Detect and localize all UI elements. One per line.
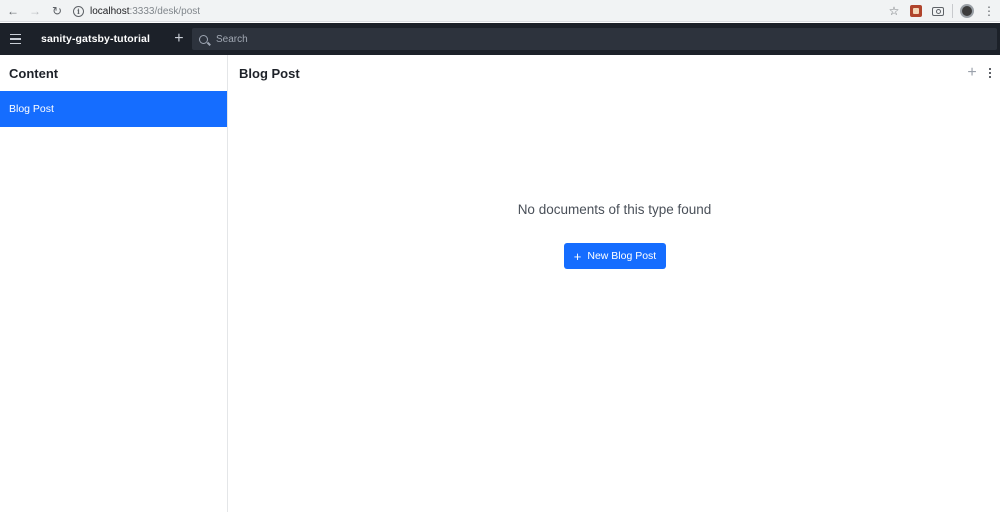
new-blog-post-label: New Blog Post: [587, 250, 657, 262]
pane-actions: +: [961, 55, 1000, 91]
search-input[interactable]: Search: [192, 28, 997, 50]
search-icon: [199, 34, 208, 44]
address-bar[interactable]: i localhost:3333/desk/post: [68, 2, 908, 20]
forward-arrow-icon[interactable]: →: [24, 0, 46, 22]
reload-icon[interactable]: ↻: [46, 0, 68, 22]
content-pane: Content Blog Post: [0, 55, 228, 512]
document-list-title: Blog Post: [239, 65, 300, 81]
browser-actions: ☆ ⋮: [883, 0, 1000, 22]
add-document-plus-icon[interactable]: +: [961, 64, 983, 82]
content-pane-title: Content: [9, 66, 59, 81]
plus-icon: +: [573, 248, 582, 264]
pane-menu-kebab-icon[interactable]: [983, 55, 997, 91]
browser-toolbar: ← → ↻ i localhost:3333/desk/post ☆ ⋮: [0, 0, 1000, 22]
hamburger-menu-icon[interactable]: [0, 23, 30, 55]
browser-menu-kebab-icon[interactable]: ⋮: [978, 0, 1000, 22]
toolbar-divider: [952, 4, 953, 18]
camera-icon[interactable]: [927, 0, 949, 22]
studio-navbar: sanity-gatsby-tutorial + Search: [0, 23, 1000, 55]
empty-state-message: No documents of this type found: [517, 202, 712, 217]
document-list-pane: Blog Post + No documents of this type fo…: [229, 55, 1000, 512]
star-icon[interactable]: ☆: [883, 0, 905, 22]
info-icon[interactable]: i: [73, 5, 84, 17]
search-placeholder: Search: [216, 33, 248, 45]
url-path: :3333/desk/post: [129, 5, 201, 17]
new-blog-post-button[interactable]: + New Blog Post: [564, 243, 666, 269]
list-item-blog-post[interactable]: Blog Post: [0, 91, 227, 127]
create-document-plus-icon[interactable]: +: [170, 23, 188, 55]
url-host: localhost: [90, 5, 130, 17]
profile-icon[interactable]: [956, 0, 978, 22]
document-list-header: Blog Post +: [229, 55, 1000, 91]
back-arrow-icon[interactable]: ←: [2, 0, 24, 22]
extension-icon[interactable]: [905, 0, 927, 22]
project-name[interactable]: sanity-gatsby-tutorial: [41, 33, 150, 45]
